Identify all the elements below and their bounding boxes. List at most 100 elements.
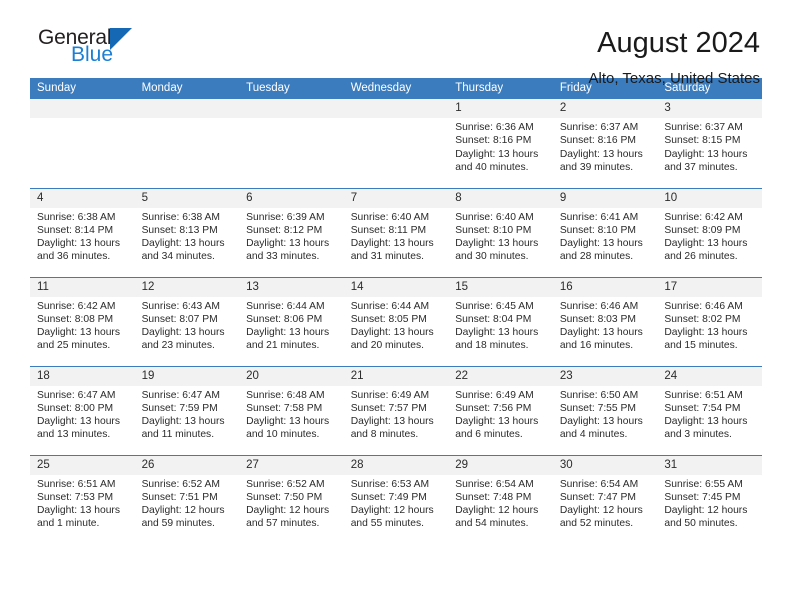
day-cell[interactable]: 4 Sunrise: 6:38 AM Sunset: 8:14 PM Dayli…: [30, 187, 135, 277]
day-cell[interactable]: 15 Sunrise: 6:45 AM Sunset: 8:04 PM Dayl…: [448, 276, 553, 366]
day-cell[interactable]: 20 Sunrise: 6:48 AM Sunset: 7:58 PM Dayl…: [239, 365, 344, 455]
daylight-text-line2: and 36 minutes.: [37, 251, 111, 263]
weekday-header-monday: Monday: [134, 78, 240, 99]
sunrise-text: Sunrise: 6:51 AM: [37, 478, 116, 490]
day-details: Sunrise: 6:36 AM Sunset: 8:16 PM Dayligh…: [448, 118, 553, 174]
day-cell[interactable]: 9 Sunrise: 6:41 AM Sunset: 8:10 PM Dayli…: [552, 187, 658, 277]
daylight-text-line1: Daylight: 13 hours: [559, 238, 643, 250]
day-cell[interactable]: 21 Sunrise: 6:49 AM Sunset: 7:57 PM Dayl…: [343, 365, 449, 455]
day-details: Sunrise: 6:53 AM Sunset: 7:49 PM Dayligh…: [344, 475, 449, 531]
daylight-text-line1: Daylight: 12 hours: [350, 505, 434, 517]
week-row: 25 Sunrise: 6:51 AM Sunset: 7:53 PM Dayl…: [30, 454, 762, 544]
day-cell[interactable]: 7 Sunrise: 6:40 AM Sunset: 8:11 PM Dayli…: [343, 187, 449, 277]
day-cell[interactable]: 12 Sunrise: 6:43 AM Sunset: 8:07 PM Dayl…: [134, 276, 240, 366]
day-cell[interactable]: 24 Sunrise: 6:51 AM Sunset: 7:54 PM Dayl…: [657, 365, 762, 455]
day-cell[interactable]: [134, 99, 240, 188]
day-number: 1: [448, 99, 553, 118]
daylight-text-line1: Daylight: 13 hours: [455, 416, 539, 428]
daylight-text-line2: and 26 minutes.: [664, 251, 738, 263]
sunset-text: Sunset: 8:00 PM: [37, 402, 114, 414]
day-cell[interactable]: 22 Sunrise: 6:49 AM Sunset: 7:56 PM Dayl…: [448, 365, 553, 455]
daylight-text-line1: Daylight: 13 hours: [246, 238, 330, 250]
day-cell[interactable]: 14 Sunrise: 6:44 AM Sunset: 8:05 PM Dayl…: [343, 276, 449, 366]
sunrise-text: Sunrise: 6:50 AM: [559, 389, 639, 401]
day-cell[interactable]: 25 Sunrise: 6:51 AM Sunset: 7:53 PM Dayl…: [30, 454, 135, 544]
day-cell[interactable]: 26 Sunrise: 6:52 AM Sunset: 7:51 PM Dayl…: [134, 454, 240, 544]
daylight-text-line1: Daylight: 13 hours: [37, 327, 120, 339]
daylight-text-line2: and 40 minutes.: [455, 161, 529, 173]
day-cell[interactable]: 17 Sunrise: 6:46 AM Sunset: 8:02 PM Dayl…: [657, 276, 762, 366]
daylight-text-line1: Daylight: 13 hours: [37, 238, 120, 250]
sunset-text: Sunset: 8:09 PM: [664, 224, 741, 236]
daylight-text-line2: and 10 minutes.: [246, 429, 320, 441]
day-cell[interactable]: 23 Sunrise: 6:50 AM Sunset: 7:55 PM Dayl…: [552, 365, 658, 455]
daylight-text-line1: Daylight: 13 hours: [37, 505, 120, 517]
sunrise-text: Sunrise: 6:46 AM: [559, 300, 639, 312]
sunrise-text: Sunrise: 6:41 AM: [559, 211, 639, 223]
day-number: 13: [239, 277, 344, 297]
day-number: 2: [552, 99, 658, 118]
sunset-text: Sunset: 8:11 PM: [350, 224, 427, 236]
day-cell[interactable]: 11 Sunrise: 6:42 AM Sunset: 8:08 PM Dayl…: [30, 276, 135, 366]
day-number: 24: [657, 366, 762, 386]
day-number: [30, 99, 135, 118]
day-details: [30, 118, 135, 121]
day-details: Sunrise: 6:52 AM Sunset: 7:51 PM Dayligh…: [135, 475, 240, 531]
day-cell[interactable]: 30 Sunrise: 6:54 AM Sunset: 7:47 PM Dayl…: [552, 454, 658, 544]
daylight-text-line1: Daylight: 13 hours: [664, 327, 748, 339]
day-cell[interactable]: 31 Sunrise: 6:55 AM Sunset: 7:45 PM Dayl…: [657, 454, 762, 544]
sunrise-text: Sunrise: 6:51 AM: [664, 389, 743, 401]
sunrise-text: Sunrise: 6:38 AM: [37, 211, 116, 223]
day-cell[interactable]: 13 Sunrise: 6:44 AM Sunset: 8:06 PM Dayl…: [239, 276, 344, 366]
generalblue-logo[interactable]: General Blue: [30, 26, 220, 65]
day-cell[interactable]: 8 Sunrise: 6:40 AM Sunset: 8:10 PM Dayli…: [448, 187, 553, 277]
day-number: 14: [343, 277, 449, 297]
sunset-text: Sunset: 8:07 PM: [141, 313, 218, 325]
daylight-text-line2: and 30 minutes.: [455, 251, 529, 263]
daylight-text-line2: and 15 minutes.: [664, 340, 738, 352]
sunrise-text: Sunrise: 6:37 AM: [664, 122, 743, 133]
day-details: Sunrise: 6:55 AM Sunset: 7:45 PM Dayligh…: [657, 475, 762, 531]
day-details: Sunrise: 6:44 AM Sunset: 8:06 PM Dayligh…: [239, 297, 344, 353]
daylight-text-line1: Daylight: 13 hours: [559, 148, 643, 160]
sunset-text: Sunset: 7:57 PM: [350, 402, 427, 414]
day-details: Sunrise: 6:38 AM Sunset: 8:14 PM Dayligh…: [30, 208, 135, 264]
day-number: 26: [134, 455, 240, 475]
calendar-body: 1 Sunrise: 6:36 AM Sunset: 8:16 PM Dayli…: [30, 99, 762, 544]
sunset-text: Sunset: 7:45 PM: [664, 491, 741, 503]
day-cell[interactable]: 19 Sunrise: 6:47 AM Sunset: 7:59 PM Dayl…: [134, 365, 240, 455]
day-cell[interactable]: 6 Sunrise: 6:39 AM Sunset: 8:12 PM Dayli…: [239, 187, 344, 277]
sunset-text: Sunset: 8:16 PM: [559, 135, 636, 147]
daylight-text-line2: and 55 minutes.: [350, 518, 424, 530]
daylight-text-line1: Daylight: 13 hours: [141, 238, 225, 250]
day-details: Sunrise: 6:49 AM Sunset: 7:56 PM Dayligh…: [448, 386, 553, 442]
day-cell[interactable]: 1 Sunrise: 6:36 AM Sunset: 8:16 PM Dayli…: [448, 99, 553, 188]
day-cell[interactable]: 2 Sunrise: 6:37 AM Sunset: 8:16 PM Dayli…: [552, 99, 658, 188]
day-number: 10: [657, 188, 762, 208]
sunrise-text: Sunrise: 6:43 AM: [141, 300, 220, 312]
day-cell[interactable]: 3 Sunrise: 6:37 AM Sunset: 8:15 PM Dayli…: [657, 99, 762, 188]
daylight-text-line1: Daylight: 13 hours: [455, 148, 539, 160]
day-cell[interactable]: [30, 99, 135, 188]
day-number: 27: [239, 455, 344, 475]
day-cell[interactable]: [239, 99, 344, 188]
sunrise-text: Sunrise: 6:49 AM: [455, 389, 534, 401]
day-cell[interactable]: 10 Sunrise: 6:42 AM Sunset: 8:09 PM Dayl…: [657, 187, 762, 277]
day-number: 18: [30, 366, 135, 386]
day-cell[interactable]: 27 Sunrise: 6:52 AM Sunset: 7:50 PM Dayl…: [239, 454, 344, 544]
day-number: 23: [552, 366, 658, 386]
sunrise-text: Sunrise: 6:38 AM: [141, 211, 220, 223]
day-cell[interactable]: 29 Sunrise: 6:54 AM Sunset: 7:48 PM Dayl…: [448, 454, 553, 544]
day-number: 4: [30, 188, 135, 208]
day-cell[interactable]: 28 Sunrise: 6:53 AM Sunset: 7:49 PM Dayl…: [343, 454, 449, 544]
daylight-text-line1: Daylight: 13 hours: [141, 327, 225, 339]
sunset-text: Sunset: 7:54 PM: [664, 402, 741, 414]
day-cell[interactable]: 16 Sunrise: 6:46 AM Sunset: 8:03 PM Dayl…: [552, 276, 658, 366]
daylight-text-line1: Daylight: 13 hours: [559, 327, 643, 339]
day-cell[interactable]: 5 Sunrise: 6:38 AM Sunset: 8:13 PM Dayli…: [134, 187, 240, 277]
day-cell[interactable]: 18 Sunrise: 6:47 AM Sunset: 8:00 PM Dayl…: [30, 365, 135, 455]
day-cell[interactable]: [343, 99, 449, 188]
daylight-text-line1: Daylight: 12 hours: [246, 505, 330, 517]
day-details: Sunrise: 6:54 AM Sunset: 7:47 PM Dayligh…: [553, 475, 658, 531]
day-details: [239, 118, 344, 121]
